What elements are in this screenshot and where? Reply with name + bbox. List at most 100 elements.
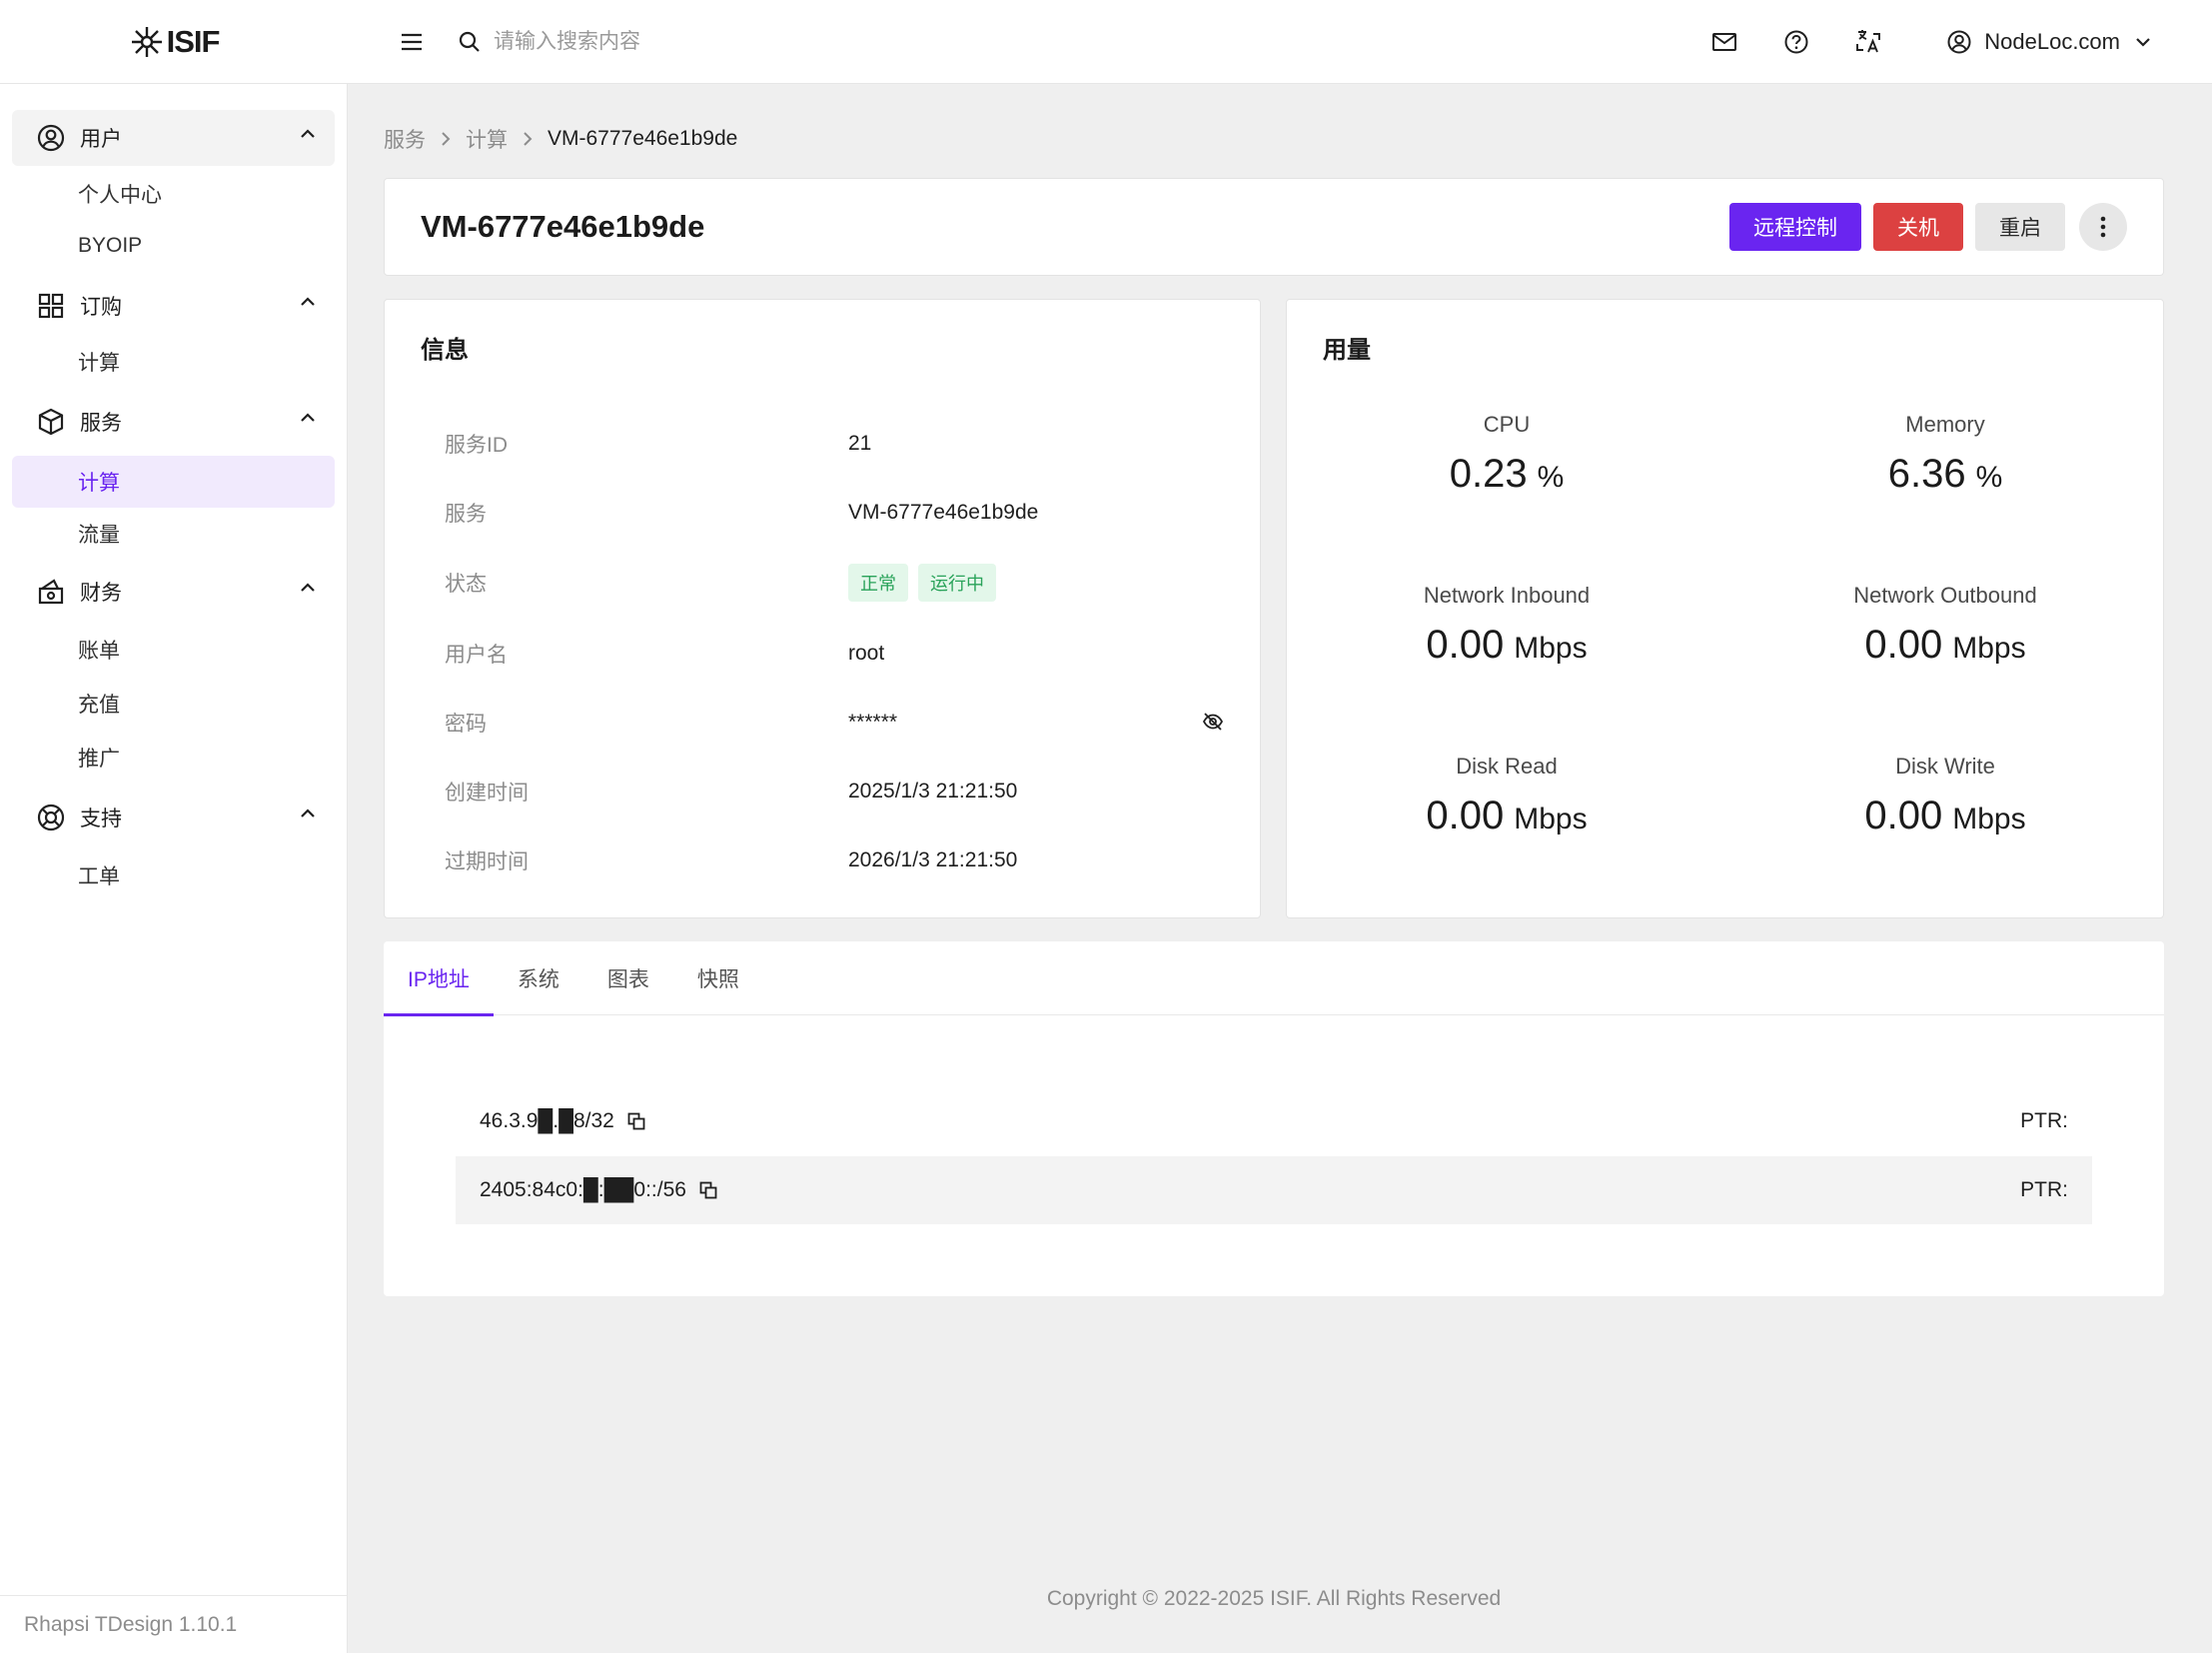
top-actions: NodeLoc.com: [1672, 0, 2152, 84]
sidebar-item-recharge[interactable]: 充值: [12, 678, 335, 730]
search-icon: [459, 31, 480, 52]
created-label: 创建时间: [445, 782, 529, 805]
status-label: 状态: [445, 573, 487, 596]
eye-off-icon[interactable]: [1202, 711, 1224, 739]
copy-icon[interactable]: [698, 1180, 718, 1200]
shutdown-button[interactable]: 关机: [1873, 203, 1963, 251]
disk-write-value: 0.00: [1864, 794, 1943, 837]
metric-network-outbound: Network Outbound 0.00 Mbps: [1725, 583, 2165, 668]
nav-group-order: 订购 计算: [12, 278, 335, 388]
sidebar-item-bills[interactable]: 账单: [12, 624, 335, 676]
service-id-label: 服务ID: [445, 434, 508, 457]
mail-icon[interactable]: [1704, 22, 1744, 62]
memory-label: Memory: [1905, 412, 1985, 437]
chevron-down-icon: [2136, 38, 2150, 47]
nav-group-service: 服务 计算 流量: [12, 394, 335, 560]
logo-text: ISIF: [166, 23, 221, 59]
user-menu[interactable]: NodeLoc.com: [1946, 29, 2152, 55]
page-title: VM-6777e46e1b9de: [421, 209, 705, 244]
sidebar-group-finance[interactable]: 财务: [12, 564, 335, 620]
wallet-icon: [36, 577, 66, 607]
metric-disk-read: Disk Read 0.00 Mbps: [1287, 754, 1726, 838]
ip-address: 2405:84c0:█:██0::/56: [480, 1178, 686, 1201]
sidebar-item-tickets[interactable]: 工单: [12, 849, 335, 901]
sidebar-group-service[interactable]: 服务: [12, 394, 335, 450]
usage-title: 用量: [1323, 337, 1371, 364]
ptr-label: PTR:: [2020, 1178, 2068, 1201]
help-icon[interactable]: [1776, 22, 1816, 62]
more-options-icon[interactable]: [2079, 203, 2127, 251]
expires-value: 2026/1/3 21:21:50: [848, 848, 1018, 871]
network-inbound-value: 0.00: [1426, 623, 1505, 667]
service-value: VM-6777e46e1b9de: [848, 501, 1039, 524]
sidebar-item-order-compute[interactable]: 计算: [12, 336, 335, 388]
status-badge-normal: 正常: [848, 564, 908, 602]
cpu-label: CPU: [1483, 412, 1531, 437]
info-row-service: 服务 VM-6777e46e1b9de: [445, 493, 1224, 533]
info-row-username: 用户名 root: [445, 634, 1224, 674]
chevron-up-icon: [301, 809, 315, 818]
sidebar-item-traffic[interactable]: 流量: [12, 508, 335, 560]
copy-icon[interactable]: [626, 1111, 646, 1131]
chevron-up-icon: [301, 413, 315, 422]
info-row-service-id: 服务ID 21: [445, 424, 1224, 464]
username-label: 用户名: [445, 644, 508, 667]
sidebar-group-order[interactable]: 订购: [12, 278, 335, 334]
box-icon: [36, 407, 66, 437]
sidebar-group-label: 支持: [80, 808, 122, 830]
tab-snapshots[interactable]: 快照: [673, 941, 763, 1015]
tab-charts[interactable]: 图表: [583, 941, 673, 1015]
search-input[interactable]: [494, 29, 1013, 54]
disk-read-unit: Mbps: [1514, 803, 1588, 835]
cpu-value: 0.23: [1449, 452, 1528, 496]
breadcrumb: 服务 计算 VM-6777e46e1b9de: [384, 124, 737, 154]
metric-memory: Memory 6.36%: [1725, 412, 2165, 497]
sidebar-group-user[interactable]: 用户: [12, 110, 335, 166]
tab-ip-address[interactable]: IP地址: [384, 941, 494, 1016]
network-inbound-unit: Mbps: [1514, 632, 1588, 665]
network-outbound-unit: Mbps: [1952, 632, 2026, 665]
network-outbound-value: 0.00: [1864, 623, 1943, 667]
title-card: VM-6777e46e1b9de 远程控制 关机 重启: [384, 178, 2164, 276]
chevron-up-icon: [301, 129, 315, 138]
sidebar-group-label: 用户: [80, 128, 122, 151]
chevron-up-icon: [301, 297, 315, 306]
info-row-password: 密码 ******: [445, 703, 1224, 743]
logo[interactable]: ISIF: [0, 0, 348, 84]
disk-write-unit: Mbps: [1952, 803, 2026, 835]
nav-group-support: 支持 工单: [12, 790, 335, 901]
sidebar-item-profile[interactable]: 个人中心: [12, 168, 335, 220]
ptr-label: PTR:: [2020, 1109, 2068, 1132]
nav-group-user: 用户 个人中心 BYOIP: [12, 110, 335, 272]
user-name: NodeLoc.com: [1984, 29, 2120, 54]
created-value: 2025/1/3 21:21:50: [848, 780, 1018, 803]
disk-read-value: 0.00: [1426, 794, 1505, 837]
restart-button[interactable]: 重启: [1975, 203, 2065, 251]
copyright: Copyright © 2022-2025 ISIF. All Rights R…: [1046, 1587, 1502, 1610]
sidebar-group-support[interactable]: 支持: [12, 790, 335, 845]
sidebar-item-service-compute[interactable]: 计算: [12, 456, 335, 508]
sidebar-group-label: 订购: [80, 296, 122, 319]
network-inbound-label: Network Inbound: [1423, 583, 1591, 608]
chevron-right-icon: [440, 131, 452, 147]
disk-write-label: Disk Write: [1895, 754, 1995, 779]
info-card: 信息 服务ID 21 服务 VM-6777e46e1b9de 状态 正常 运行中 …: [384, 299, 1261, 918]
sidebar-item-byoip[interactable]: BYOIP: [12, 220, 335, 272]
info-row-created: 创建时间 2025/1/3 21:21:50: [445, 772, 1224, 812]
breadcrumb-item-current: VM-6777e46e1b9de: [548, 127, 738, 150]
sidebar-item-promotion[interactable]: 推广: [12, 732, 335, 784]
cpu-unit: %: [1537, 461, 1565, 494]
user-circle-icon: [1947, 30, 1971, 54]
remote-control-button[interactable]: 远程控制: [1729, 203, 1861, 251]
logo-icon: [131, 26, 162, 57]
translate-icon[interactable]: [1848, 22, 1888, 62]
tab-system[interactable]: 系统: [494, 941, 583, 1015]
info-title: 信息: [421, 337, 469, 364]
menu-icon[interactable]: [392, 22, 432, 62]
breadcrumb-item-service[interactable]: 服务: [384, 124, 426, 154]
password-value: ******: [848, 711, 898, 734]
memory-value: 6.36: [1887, 452, 1966, 496]
info-row-status: 状态 正常 运行中: [445, 563, 1224, 603]
metric-network-inbound: Network Inbound 0.00 Mbps: [1287, 583, 1726, 668]
breadcrumb-item-compute[interactable]: 计算: [466, 124, 508, 154]
